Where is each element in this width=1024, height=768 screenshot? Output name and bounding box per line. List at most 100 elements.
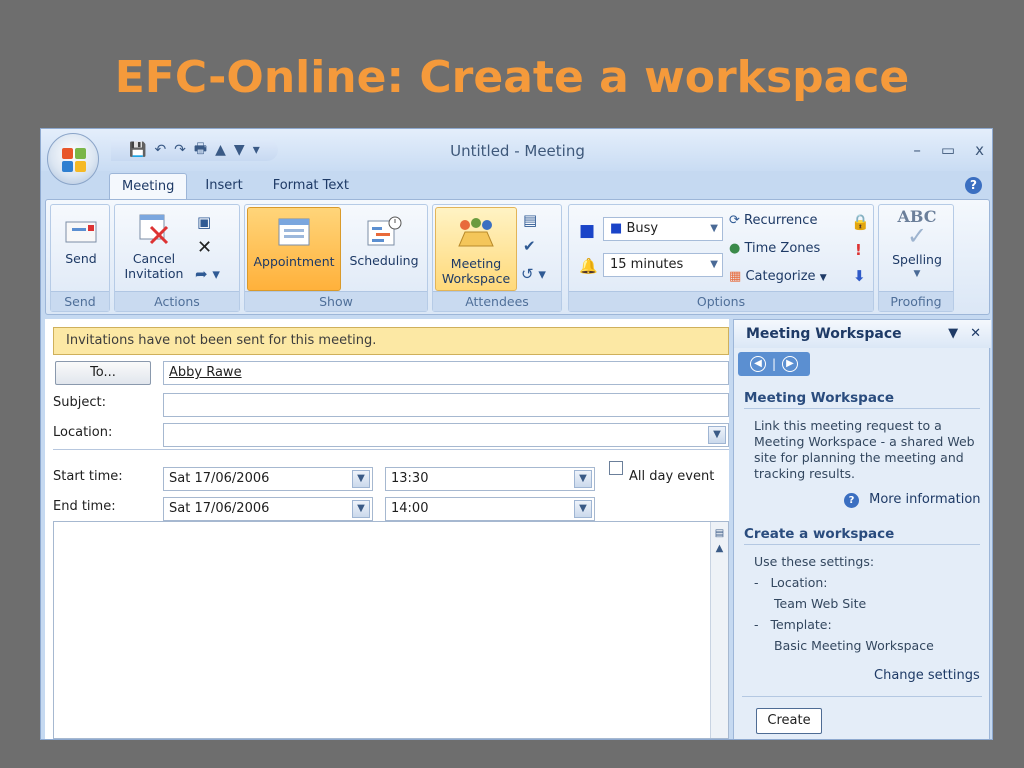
subject-label: Subject: [53,395,106,410]
group-label-actions: Actions [115,291,239,311]
window-title: Untitled - Meeting [450,142,585,160]
group-options: ■ ■ Busy ▼ 🔔 15 minutes ▼ ⟳ Recurrence ●… [568,204,874,312]
form-divider [53,449,729,450]
start-time-value: 13:30 [391,471,429,486]
show-as-value: Busy [626,221,659,236]
more-information-link[interactable]: ? More information [844,492,981,508]
start-date-select[interactable]: Sat 17/06/2006 ▼ [163,467,373,491]
meeting-label: Meeting [450,256,502,271]
categorize-icon: ▦ [729,269,742,284]
group-show: Appointment Scheduling Show [244,204,428,312]
chevron-down-icon: ▼ [710,259,718,270]
minimize-button[interactable]: – [913,141,921,159]
forward-icon[interactable]: ➦ ▾ [195,265,220,283]
end-time-select[interactable]: 14:00 ▼ [385,497,595,521]
info-bar: Invitations have not been sent for this … [53,327,729,355]
create-button[interactable]: Create [756,708,822,734]
time-zones-button[interactable]: ● Time Zones [729,241,820,256]
group-actions: Cancel Invitation ▣ ✕ ➦ ▾ Actions [114,204,240,312]
check-names-icon[interactable]: ✔ [523,237,536,255]
location-setting-label: - Location: [754,575,828,590]
title-bar: 💾 ↶ ↷ 🖶 ▲ ▼ ▾ Untitled - Meeting – ▭ x [41,129,992,171]
ruler-toggle-icon[interactable]: ▤ [711,528,728,539]
outlook-meeting-window: 💾 ↶ ↷ 🖶 ▲ ▼ ▾ Untitled - Meeting – ▭ x M… [40,128,993,740]
spelling-button[interactable]: ABC ✓ Spelling ▼ [883,209,951,291]
subject-input[interactable] [163,393,729,417]
tab-insert[interactable]: Insert [193,173,254,199]
settings-intro: Use these settings: [754,554,875,569]
chevron-down-icon[interactable]: ▼ [352,470,370,488]
reminder-bell-icon: 🔔 [579,257,598,275]
forward-icon[interactable]: ▶ [782,356,799,372]
pane-menu-icon[interactable]: ▼ [948,326,958,341]
appointment-button[interactable]: Appointment [247,207,341,291]
more-information-label: More information [869,492,981,507]
tab-format-text[interactable]: Format Text [261,173,361,199]
location-setting-text: Location: [770,575,828,590]
start-time-label: Start time: [53,469,123,484]
scheduling-button[interactable]: Scheduling [343,207,425,291]
pane-close-icon[interactable]: ✕ [970,326,981,341]
start-time-select[interactable]: 13:30 ▼ [385,467,595,491]
section-meeting-workspace: Meeting Workspace [744,390,980,409]
time-zones-label: Time Zones [744,241,821,256]
globe-icon: ● [729,241,741,256]
address-book-attendees-icon[interactable]: ▤ [523,211,537,229]
response-options-icon[interactable]: ↺ ▾ [521,265,546,283]
recurrence-label: Recurrence [744,213,818,228]
to-field[interactable]: Abby Rawe [163,361,729,385]
template-setting-text: Template: [770,617,832,632]
close-button[interactable]: x [975,141,984,159]
end-time-label: End time: [53,499,116,514]
maximize-button[interactable]: ▭ [941,141,955,159]
template-setting-value: Basic Meeting Workspace [774,638,934,653]
end-date-select[interactable]: Sat 17/06/2006 ▼ [163,497,373,521]
chevron-down-icon: ▼ [819,273,827,283]
private-lock-icon[interactable]: 🔒 [851,213,870,231]
section-create-workspace: Create a workspace [744,526,980,545]
show-as-select[interactable]: ■ Busy ▼ [603,217,723,241]
end-date-value: Sat 17/06/2006 [169,501,270,516]
recurrence-icon: ⟳ [729,213,740,228]
chevron-down-icon[interactable]: ▼ [574,470,592,488]
meeting-workspace-button[interactable]: Meeting Workspace [435,207,517,291]
reminder-select[interactable]: 15 minutes ▼ [603,253,723,277]
address-book-icon[interactable]: ▣ [197,213,211,231]
cancel-invitation-button[interactable]: Cancel Invitation [119,211,189,291]
workspace-label: Workspace [441,271,511,286]
location-label: Location: [53,425,113,440]
office-button[interactable] [47,133,99,185]
scheduling-label: Scheduling [349,253,419,268]
recurrence-button[interactable]: ⟳ Recurrence [729,213,817,228]
low-importance-icon[interactable]: ⬇ [853,267,866,285]
group-label-attendees: Attendees [433,291,561,311]
pane-navigation: ◀ | ▶ [738,352,810,376]
location-input[interactable]: ▼ [163,423,729,447]
group-proofing: ABC ✓ Spelling ▼ Proofing [878,204,954,312]
end-time-value: 14:00 [391,501,429,516]
chevron-down-icon[interactable]: ▼ [708,426,726,444]
back-icon[interactable]: ◀ [749,356,766,372]
message-body[interactable]: ▤ ▲ [53,521,729,739]
all-day-checkbox[interactable] [609,461,623,475]
scroll-up-icon[interactable]: ▲ [711,543,728,554]
vertical-scrollbar[interactable]: ▤ ▲ [710,522,728,738]
reminder-value: 15 minutes [610,257,684,272]
show-as-color-icon: ■ [579,221,596,241]
chevron-down-icon[interactable]: ▼ [574,500,592,518]
help-icon[interactable]: ? [965,177,982,194]
chevron-down-icon[interactable]: ▼ [352,500,370,518]
high-importance-icon[interactable]: ! [855,241,862,259]
chevron-down-icon: ▼ [710,223,718,234]
tab-meeting[interactable]: Meeting [109,173,188,199]
to-button[interactable]: To... [55,361,151,385]
start-date-value: Sat 17/06/2006 [169,471,270,486]
categorize-button[interactable]: ▦ Categorize ▼ [729,269,827,284]
chevron-down-icon: ▼ [913,269,921,279]
send-button[interactable]: Send [55,219,107,285]
change-settings-link[interactable]: Change settings [874,668,980,683]
group-label-proofing: Proofing [879,291,953,311]
send-envelope-icon [65,221,97,243]
delete-icon[interactable]: ✕ [197,237,212,258]
spelling-label: Spelling [892,252,942,267]
